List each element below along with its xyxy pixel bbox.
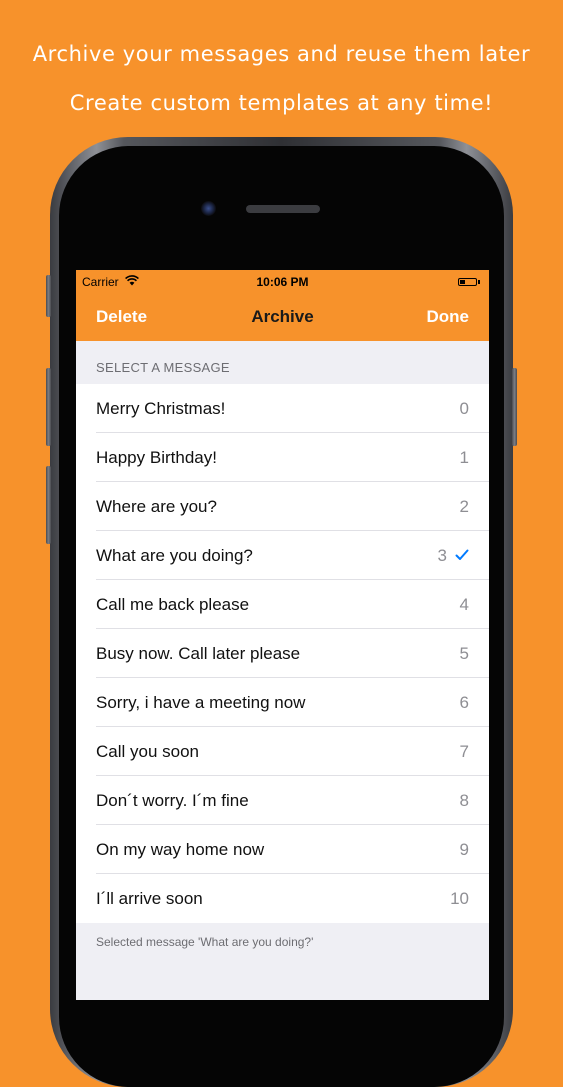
message-number: 8 xyxy=(459,791,469,810)
battery-icon xyxy=(458,278,477,286)
headline-line-2: Create custom templates at any time! xyxy=(69,91,494,115)
section-header: SELECT A MESSAGE xyxy=(96,360,230,375)
checkmark-icon xyxy=(455,549,469,560)
status-time: 10:06 PM xyxy=(256,275,309,289)
volume-up-button xyxy=(46,368,51,446)
message-label: Sorry, i have a meeting now xyxy=(96,693,306,712)
message-number: 7 xyxy=(459,742,469,761)
list-item[interactable]: What are you doing? 3 xyxy=(76,531,489,580)
list-item[interactable]: Merry Christmas! 0 xyxy=(76,384,489,433)
message-label: Don´t worry. I´m fine xyxy=(96,791,249,810)
list-item[interactable]: Happy Birthday! 1 xyxy=(76,433,489,482)
list-item[interactable]: Call you soon 7 xyxy=(76,727,489,776)
front-camera xyxy=(201,201,216,216)
message-label: Call me back please xyxy=(96,595,250,614)
message-label: On my way home now xyxy=(96,840,265,859)
earpiece-speaker xyxy=(246,205,320,213)
message-label: Busy now. Call later please xyxy=(96,644,301,663)
battery-tip xyxy=(478,280,480,284)
power-button xyxy=(512,368,517,446)
list-item[interactable]: Don´t worry. I´m fine 8 xyxy=(76,776,489,825)
list-item[interactable]: Busy now. Call later please 5 xyxy=(76,629,489,678)
message-number: 6 xyxy=(459,693,469,712)
message-number: 9 xyxy=(459,840,469,859)
message-label: Happy Birthday! xyxy=(96,448,217,467)
navigation-bar: Delete Archive Done xyxy=(76,294,489,341)
mute-switch xyxy=(46,275,51,317)
message-label: Where are you? xyxy=(96,497,217,516)
message-number: 5 xyxy=(459,644,469,663)
battery-fill xyxy=(460,280,465,284)
message-label: What are you doing? xyxy=(96,546,253,565)
status-bar: Carrier 10:06 PM xyxy=(76,270,489,294)
message-label: I´ll arrive soon xyxy=(96,889,203,908)
volume-down-button xyxy=(46,466,51,544)
list-item[interactable]: Call me back please 4 xyxy=(76,580,489,629)
message-number: 1 xyxy=(459,448,469,467)
done-button[interactable]: Done xyxy=(427,307,470,327)
list-item[interactable]: On my way home now 9 xyxy=(76,825,489,874)
message-number: 2 xyxy=(459,497,469,516)
message-label: Merry Christmas! xyxy=(96,399,226,418)
message-number: 4 xyxy=(459,595,469,614)
list-item[interactable]: Sorry, i have a meeting now 6 xyxy=(76,678,489,727)
message-label: Call you soon xyxy=(96,742,200,761)
list-item[interactable]: Where are you? 2 xyxy=(76,482,489,531)
list-item[interactable]: I´ll arrive soon 10 xyxy=(76,874,489,923)
headline-line-1: Archive your messages and reuse them lat… xyxy=(32,42,531,66)
message-number: 3 xyxy=(437,546,447,565)
message-list: Merry Christmas! 0 Happy Birthday! 1 Where a… xyxy=(76,384,489,923)
message-number: 0 xyxy=(459,399,469,418)
phone-screen: Carrier 10:06 PM Delete Archive Done SEL… xyxy=(76,270,489,1000)
selected-message-footer: Selected message 'What are you doing?' xyxy=(96,935,314,949)
message-number: 10 xyxy=(450,889,469,908)
